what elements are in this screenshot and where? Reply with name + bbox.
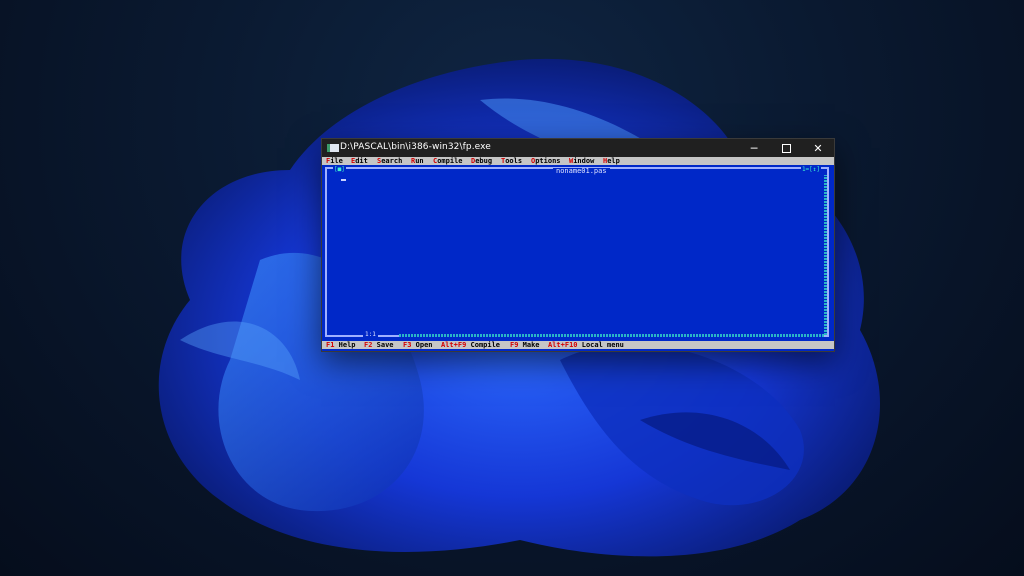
- close-button[interactable]: ✕: [802, 139, 834, 157]
- status-local-menu[interactable]: Alt+F10 Local menu: [548, 341, 624, 349]
- menu-tools[interactable]: Tools: [501, 157, 522, 165]
- minimize-button[interactable]: ─: [738, 139, 770, 157]
- menu-search[interactable]: Search: [377, 157, 402, 165]
- status-compile[interactable]: Alt+F9 Compile: [441, 341, 500, 349]
- close-icon: ✕: [813, 141, 823, 155]
- editor-file-name: noname01.pas: [553, 168, 610, 175]
- status-open[interactable]: F3 Open: [403, 341, 433, 349]
- menu-edit[interactable]: Edit: [351, 157, 368, 165]
- console-window[interactable]: D:\PASCAL\bin\i386-win32\fp.exe ─ ✕ File…: [321, 138, 835, 352]
- status-save[interactable]: F2 Save: [364, 341, 394, 349]
- menu-file[interactable]: File: [326, 157, 343, 165]
- maximize-button[interactable]: [770, 139, 802, 157]
- minimize-icon: ─: [750, 141, 758, 155]
- menu-compile[interactable]: Compile: [433, 157, 463, 165]
- menu-options[interactable]: Options: [531, 157, 561, 165]
- menu-window[interactable]: Window: [569, 157, 594, 165]
- editor-area[interactable]: [■] noname01.pas 1=[↕] 1:1: [322, 165, 834, 341]
- editor-window-number[interactable]: 1=[↕]: [800, 167, 821, 173]
- window-title: D:\PASCAL\bin\i386-win32\fp.exe: [340, 142, 491, 152]
- window-titlebar[interactable]: D:\PASCAL\bin\i386-win32\fp.exe ─ ✕: [322, 139, 834, 157]
- text-cursor: [341, 179, 346, 181]
- menu-help[interactable]: Help: [603, 157, 620, 165]
- status-make[interactable]: F9 Make: [510, 341, 540, 349]
- editor-close-button[interactable]: [■]: [333, 167, 346, 173]
- editor-window-frame: [■] noname01.pas 1=[↕] 1:1: [325, 167, 829, 338]
- maximize-icon: [781, 143, 791, 153]
- menu-run[interactable]: Run: [411, 157, 424, 165]
- status-help[interactable]: F1 Help: [326, 341, 356, 349]
- status-bar: F1 Help F2 Save F3 Open Alt+F9 Compile F…: [322, 341, 834, 349]
- vertical-scrollbar[interactable]: [824, 175, 827, 335]
- menu-debug[interactable]: Debug: [471, 157, 492, 165]
- console-app-icon: [327, 144, 339, 152]
- cursor-position: 1:1: [363, 331, 378, 338]
- menu-bar: File Edit Search Run Compile Debug Tools…: [322, 157, 834, 165]
- horizontal-scrollbar[interactable]: [399, 334, 824, 337]
